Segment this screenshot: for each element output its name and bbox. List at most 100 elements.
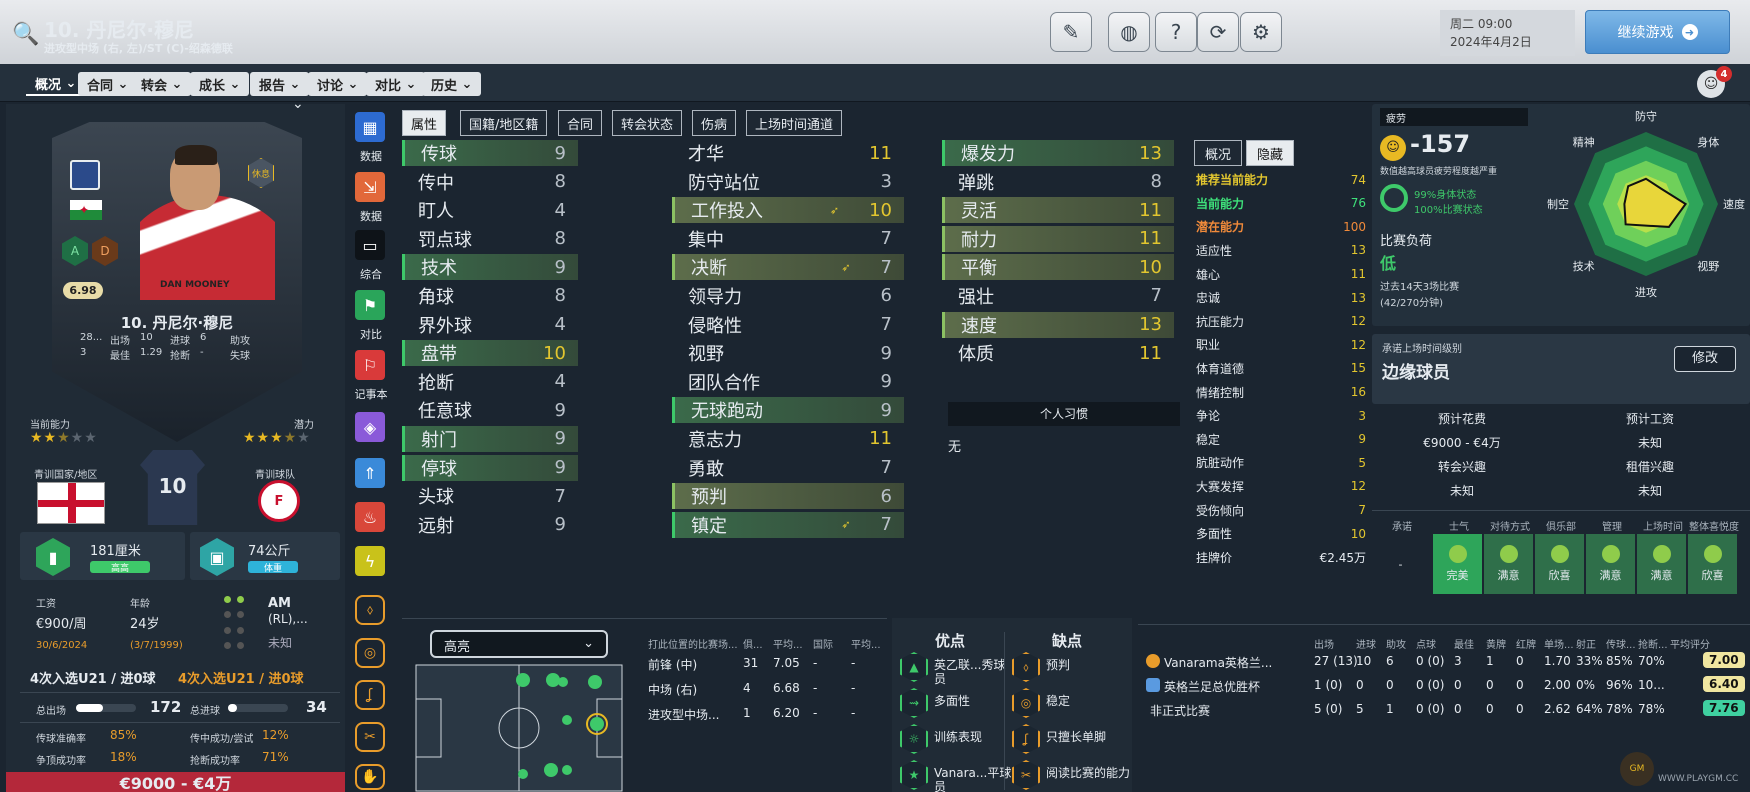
attribute-row[interactable]: 耐力 11 xyxy=(942,225,1174,252)
hidden-attr-name: 当前能力 xyxy=(1196,196,1245,211)
trait-icon-2[interactable]: ◎ xyxy=(355,638,385,668)
trait-icon-4[interactable]: ✂ xyxy=(355,722,385,752)
table-row[interactable]: 1 (0) 0 0 0 (0) 0 0 0 2.00 0% 96% 10... xyxy=(1314,678,1694,692)
tab-development[interactable]: 成长 ⌄ xyxy=(190,72,250,96)
attribute-row[interactable]: 界外球 4 xyxy=(402,312,578,338)
edit-button[interactable]: ✎ xyxy=(1050,12,1092,52)
attribute-row[interactable]: 侵略性 7 xyxy=(672,312,904,338)
habits-value: 无 xyxy=(948,440,962,455)
chevron-down-icon[interactable]: ⌄ xyxy=(292,96,304,112)
load-desc1: 过去14天3场比赛 xyxy=(1380,282,1460,293)
attribute-row[interactable]: 集中 7 xyxy=(672,226,904,252)
table-row[interactable]: 5 (0) 5 1 0 (0) 0 0 0 2.62 64% 78% 78% xyxy=(1314,702,1694,716)
refresh-button[interactable]: ⟳ xyxy=(1197,12,1239,52)
tab-nationality[interactable]: 国籍/地区籍 xyxy=(460,110,548,136)
attribute-row[interactable]: 勇敢 7 xyxy=(672,455,904,481)
tab-history[interactable]: 历史 ⌄ xyxy=(422,72,482,96)
tab-overview[interactable]: 概况 ⌄ xyxy=(26,72,86,96)
attribute-row[interactable]: 射门 9 xyxy=(402,425,578,452)
attribute-row[interactable]: 防守站位 3 xyxy=(672,169,904,195)
tab-playing-time[interactable]: 上场时间通道 xyxy=(746,110,843,136)
table-row[interactable]: 中场 (右) 4 6.68- - xyxy=(648,681,888,698)
chevron-down-icon: ⌄ xyxy=(583,636,594,651)
world-button[interactable]: ◍ xyxy=(1108,12,1150,52)
table-row[interactable]: 27 (13) 10 6 0 (0) 3 1 0 1.70 33% 85% 70% xyxy=(1314,654,1694,668)
tab-contract[interactable]: 合同 ⌄ xyxy=(78,72,138,96)
tab-reports[interactable]: 报告 ⌄ xyxy=(250,72,310,96)
attribute-row[interactable]: 无球跑动 9 xyxy=(672,397,904,424)
attribute-row[interactable]: 平衡 10 xyxy=(942,254,1174,281)
potential-label: 潜力 xyxy=(294,420,314,431)
competition-name[interactable]: 非正式比赛 xyxy=(1150,702,1310,719)
tab-transfer-status[interactable]: 转会状态 xyxy=(612,110,683,136)
settings-button[interactable]: ⚙ xyxy=(1240,12,1282,52)
highlight-select[interactable]: 高亮 ⌄ xyxy=(430,630,608,658)
attribute-row[interactable]: 才华 11 xyxy=(672,140,904,166)
table-row[interactable]: 前锋 (中) 31 7.05- - xyxy=(648,656,888,673)
attribute-row[interactable]: 弹跳 8 xyxy=(942,169,1174,195)
table-cell: 85% xyxy=(1606,654,1633,668)
tab-hidden-attrs[interactable]: 隐藏 xyxy=(1246,140,1295,166)
overall-button[interactable]: ▭ xyxy=(355,230,385,260)
tab-discuss[interactable]: 讨论 ⌄ xyxy=(308,72,368,96)
attribute-row[interactable]: 远射 9 xyxy=(402,512,578,538)
attribute-row[interactable]: 领导力 6 xyxy=(672,283,904,309)
tab-transfer[interactable]: 转会 ⌄ xyxy=(132,72,192,96)
tab-overview-attrs[interactable]: 概况 xyxy=(1194,140,1243,166)
help-button[interactable]: ? xyxy=(1155,12,1197,52)
attribute-row[interactable]: 决断 ➶ 7 xyxy=(672,254,904,281)
tab-compare[interactable]: 对比 ⌄ xyxy=(366,72,426,96)
attribute-row[interactable]: 爆发力 13 xyxy=(942,140,1174,166)
attribute-row[interactable]: 传中 8 xyxy=(402,169,578,195)
competition-name[interactable]: 英格兰足总优胜杯 xyxy=(1164,678,1324,695)
attribute-row[interactable]: 任意球 9 xyxy=(402,397,578,423)
lightning-button[interactable]: ϟ xyxy=(355,546,385,576)
attribute-row[interactable]: 罚点球 8 xyxy=(402,226,578,252)
hidden-attr-name: 稳定 xyxy=(1196,432,1221,447)
avg-rating-badge: 6.40 xyxy=(1703,676,1745,692)
attribute-row[interactable]: 盘带 10 xyxy=(402,340,578,367)
trait-icon-5[interactable]: ✋ xyxy=(355,764,385,790)
tab-attributes[interactable]: 属性 xyxy=(402,110,447,136)
attribute-row[interactable]: 速度 13 xyxy=(942,311,1174,338)
attribute-value: 7 xyxy=(554,485,566,507)
fire-button[interactable]: ♨ xyxy=(355,502,385,532)
table-row[interactable]: 进攻型中场... 1 6.20- - xyxy=(648,706,888,723)
attribute-row[interactable]: 镇定 ➶ 7 xyxy=(672,511,904,538)
competition-name[interactable]: Vanarama英格兰... xyxy=(1164,654,1324,671)
attribute-row[interactable]: 停球 9 xyxy=(402,454,578,481)
attribute-row[interactable]: 意志力 11 xyxy=(672,426,904,452)
search-icon[interactable]: 🔍 xyxy=(12,22,39,47)
divider xyxy=(1138,624,1750,625)
attribute-row[interactable]: 头球 7 xyxy=(402,483,578,509)
data-grid-button[interactable]: ▦ xyxy=(355,112,385,142)
continue-button[interactable]: 继续游戏 ➜ xyxy=(1585,10,1730,54)
compare-button[interactable]: ⚑ xyxy=(355,290,385,320)
trait-icon-3[interactable]: ʆ xyxy=(355,680,385,710)
attribute-row[interactable]: 预判 6 xyxy=(672,483,904,510)
attribute-row[interactable]: 强壮 7 xyxy=(942,283,1174,309)
trait-icon-1[interactable]: ⬨ xyxy=(355,595,385,625)
chevrons-button[interactable]: ⇑ xyxy=(355,458,385,488)
stat-value: 1.29 xyxy=(140,347,163,358)
edit-playtime-button[interactable]: 修改 xyxy=(1674,346,1736,372)
attribute-row[interactable]: 角球 8 xyxy=(402,283,578,309)
attribute-row[interactable]: 视野 9 xyxy=(672,340,904,366)
col-header: 黄牌 xyxy=(1486,640,1506,651)
attribute-row[interactable]: 技术 9 xyxy=(402,254,578,281)
attribute-row[interactable]: 灵活 11 xyxy=(942,197,1174,224)
attribute-row[interactable]: 团队合作 9 xyxy=(672,369,904,395)
tab-contract-info[interactable]: 合同 xyxy=(558,110,603,136)
arrow-up-icon: ➶ xyxy=(841,518,851,532)
tab-injuries[interactable]: 伤病 xyxy=(692,110,737,136)
attribute-row[interactable]: 传球 9 xyxy=(402,140,578,166)
attribute-row[interactable]: 体质 11 xyxy=(942,340,1174,366)
data-export-button[interactable]: ⇲ xyxy=(355,172,385,202)
attribute-row[interactable]: 抢断 4 xyxy=(402,369,578,395)
notebook-button[interactable]: ⚐ xyxy=(355,350,385,380)
col-header: 传球... xyxy=(1606,640,1636,651)
attribute-row[interactable]: 工作投入 ➶ 10 xyxy=(672,197,904,224)
attribute-value: 9 xyxy=(554,457,566,479)
mask-button[interactable]: ◈ xyxy=(355,412,385,442)
attribute-row[interactable]: 盯人 4 xyxy=(402,197,578,223)
